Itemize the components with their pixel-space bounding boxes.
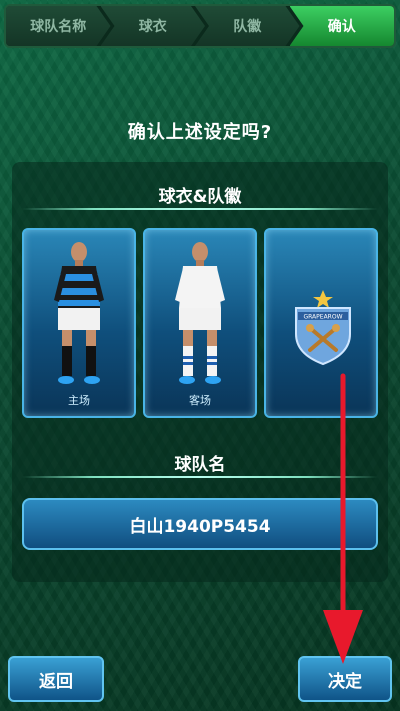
team-name-field: 白山1940P5454 — [22, 498, 378, 550]
home-kit-player-icon — [54, 242, 104, 384]
confirm-button[interactable]: 决定 — [298, 656, 392, 702]
step-confirm[interactable]: 确认 — [289, 6, 394, 46]
svg-text:GRAPEAROW: GRAPEAROW — [303, 314, 342, 321]
section-divider — [22, 208, 378, 210]
section-divider — [22, 476, 378, 478]
away-kit-card[interactable]: 客场 — [143, 228, 257, 418]
summary-panel: 球衣&队徽 主场 客场 GRAPEAROW 球队名 白山1940P5454 — [12, 162, 388, 582]
team-name-value: 白山1940P5454 — [129, 516, 271, 537]
home-kit-label: 主场 — [68, 394, 90, 407]
page-title: 确认上述设定吗? — [127, 122, 273, 143]
step-jersey[interactable]: 球衣 — [101, 6, 206, 46]
away-kit-label: 客场 — [189, 394, 211, 407]
step-badge[interactable]: 队徽 — [195, 6, 300, 46]
step-navigation: 球队名称 球衣 队徽 确认 — [4, 4, 396, 48]
home-kit-card[interactable]: 主场 — [22, 228, 136, 418]
team-badge-card[interactable]: GRAPEAROW — [264, 228, 378, 418]
step-team-name[interactable]: 球队名称 — [6, 6, 111, 46]
back-button[interactable]: 返回 — [8, 656, 104, 702]
team-section-title: 球队名 — [174, 455, 226, 475]
away-kit-player-icon — [175, 242, 225, 384]
team-badge-icon: GRAPEAROW — [295, 290, 351, 366]
jersey-section-title: 球衣&队徽 — [158, 187, 242, 207]
